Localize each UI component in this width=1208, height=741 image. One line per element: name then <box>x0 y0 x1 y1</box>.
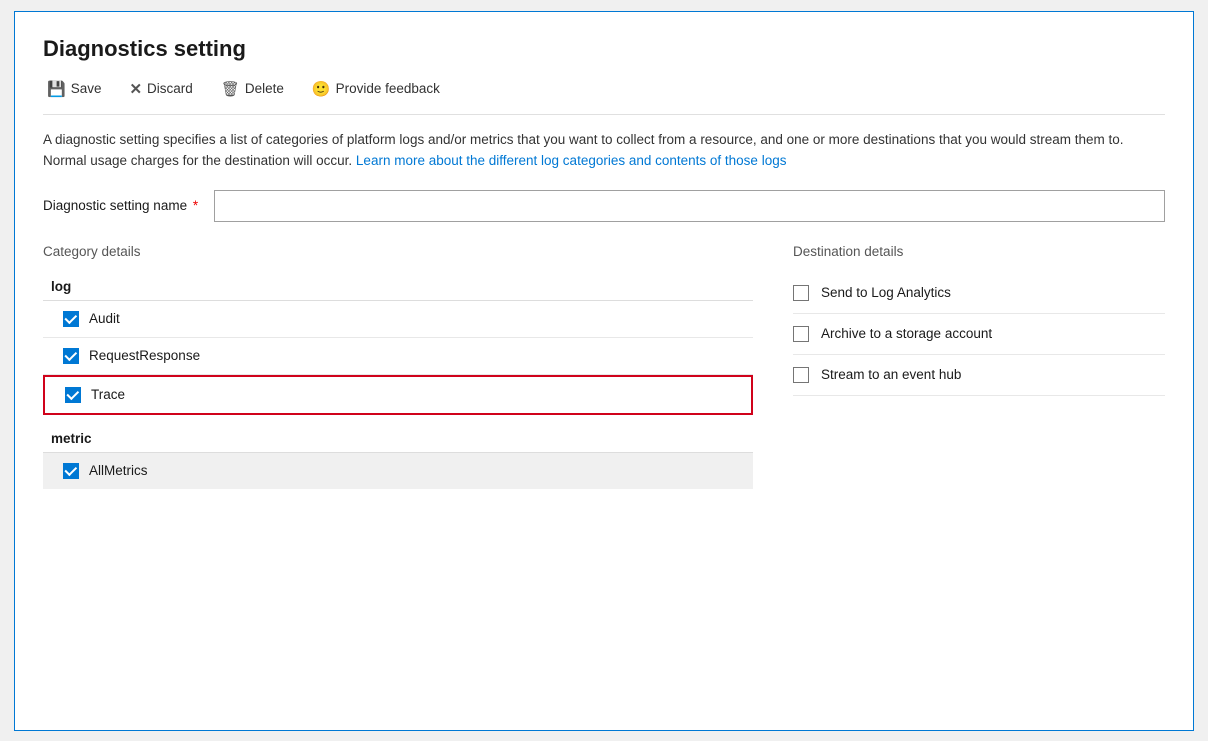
save-icon: 💾 <box>47 80 66 98</box>
log-section: log Audit RequestResponse Trace <box>43 273 753 415</box>
description-text: A diagnostic setting specifies a list of… <box>43 129 1143 172</box>
metric-item-allmetrics: AllMetrics <box>43 453 753 489</box>
trace-checkbox[interactable] <box>65 387 81 403</box>
delete-label: Delete <box>245 81 284 96</box>
storage-label: Archive to a storage account <box>821 326 992 341</box>
audit-label: Audit <box>89 311 120 326</box>
setting-name-label-text: Diagnostic setting name <box>43 198 187 213</box>
discard-button[interactable]: ✕ Discard <box>125 78 196 100</box>
event-hub-label: Stream to an event hub <box>821 367 961 382</box>
delete-icon: 🗑 <box>221 80 240 98</box>
destination-section-title: Destination details <box>793 244 1165 259</box>
page-title: Diagnostics setting <box>43 36 1165 62</box>
learn-more-text: Learn more about the different log categ… <box>356 153 787 168</box>
trace-label: Trace <box>91 387 125 402</box>
requestresponse-label: RequestResponse <box>89 348 200 363</box>
allmetrics-label: AllMetrics <box>89 463 148 478</box>
category-section-title: Category details <box>43 244 753 259</box>
log-item-requestresponse: RequestResponse <box>43 338 753 375</box>
setting-name-row: Diagnostic setting name * <box>43 190 1165 222</box>
setting-name-label: Diagnostic setting name * <box>43 198 198 213</box>
log-analytics-checkbox[interactable] <box>793 285 809 301</box>
save-label: Save <box>71 81 102 96</box>
learn-more-link[interactable]: Learn more about the different log categ… <box>356 153 787 168</box>
dest-item-storage: Archive to a storage account <box>793 314 1165 355</box>
metric-section-label: metric <box>43 425 753 453</box>
discard-label: Discard <box>147 81 193 96</box>
delete-button[interactable]: 🗑 Delete <box>217 78 288 100</box>
log-item-audit: Audit <box>43 301 753 338</box>
setting-name-input[interactable] <box>214 190 1165 222</box>
category-details-panel: Category details log Audit RequestRespon… <box>43 244 783 489</box>
toolbar: 💾 Save ✕ Discard 🗑 Delete 🙂 Provide feed… <box>43 78 1165 115</box>
feedback-icon: 🙂 <box>312 80 331 98</box>
log-analytics-label: Send to Log Analytics <box>821 285 951 300</box>
two-col-layout: Category details log Audit RequestRespon… <box>43 244 1165 489</box>
dest-item-log-analytics: Send to Log Analytics <box>793 273 1165 314</box>
metric-section: metric AllMetrics <box>43 425 753 489</box>
allmetrics-checkbox[interactable] <box>63 463 79 479</box>
audit-checkbox[interactable] <box>63 311 79 327</box>
log-item-trace: Trace <box>43 375 753 415</box>
log-section-label: log <box>43 273 753 301</box>
event-hub-checkbox[interactable] <box>793 367 809 383</box>
required-indicator: * <box>193 198 198 213</box>
storage-checkbox[interactable] <box>793 326 809 342</box>
destination-details-panel: Destination details Send to Log Analytic… <box>783 244 1165 489</box>
save-button[interactable]: 💾 Save <box>43 78 105 100</box>
page-container: Diagnostics setting 💾 Save ✕ Discard 🗑 D… <box>14 11 1194 731</box>
requestresponse-checkbox[interactable] <box>63 348 79 364</box>
feedback-button[interactable]: 🙂 Provide feedback <box>308 78 444 100</box>
feedback-label: Provide feedback <box>336 81 440 96</box>
discard-icon: ✕ <box>129 80 142 98</box>
dest-item-event-hub: Stream to an event hub <box>793 355 1165 396</box>
